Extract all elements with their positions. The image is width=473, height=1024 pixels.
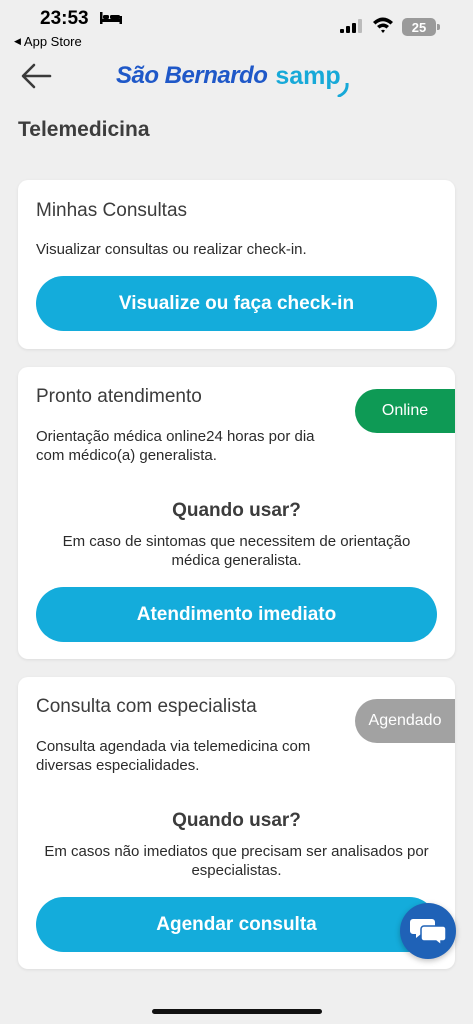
card-description: Visualizar consultas ou realizar check-i… — [36, 241, 307, 258]
status-badge-online: Online — [355, 389, 455, 433]
when-to-use-title: Quando usar? — [172, 810, 301, 831]
status-time: 23:53 — [40, 8, 89, 29]
brand-logo: São Bernardo samp — [116, 56, 349, 97]
wifi-icon — [373, 17, 393, 33]
when-to-use-text: Em casos não imediatos que precisam ser … — [44, 843, 429, 879]
logo-swoosh-icon — [337, 82, 349, 97]
battery-level: 25 — [411, 19, 427, 35]
card-title: Pronto atendimento — [36, 386, 202, 407]
arrow-left-icon[interactable] — [20, 62, 52, 90]
card-title: Minhas Consultas — [36, 200, 188, 221]
logo-samp-text: samp — [275, 61, 341, 90]
card-title: Consulta com especialista — [36, 696, 257, 717]
card-description: Consulta agendada via telemedicina com d… — [36, 738, 311, 774]
card-urgent-care: Pronto atendimento Online Orientação méd… — [18, 367, 455, 659]
chat-button[interactable] — [400, 903, 456, 959]
card-my-consultations: Minhas Consultas Visualizar consultas ou… — [18, 180, 455, 349]
cellular-signal-icon — [340, 19, 362, 33]
when-to-use-text: Em caso de sintomas que necessitem de or… — [62, 533, 411, 569]
back-to-app-store[interactable]: ◀ App Store — [14, 34, 82, 49]
logo-samp: samp — [275, 61, 349, 97]
page-title: Telemedicina — [18, 118, 150, 141]
schedule-consultation-button[interactable]: Agendar consulta — [36, 897, 437, 952]
status-bar: 23:53 ◀ App Store 25 — [0, 0, 473, 56]
when-to-use-title: Quando usar? — [172, 500, 301, 521]
home-indicator[interactable] — [152, 1009, 322, 1014]
bed-icon — [100, 12, 122, 24]
back-triangle-icon: ◀ — [14, 36, 21, 46]
card-specialist-consultation: Consulta com especialista Agendado Consu… — [18, 677, 455, 969]
immediate-care-button[interactable]: Atendimento imediato — [36, 587, 437, 642]
card-description: Orientação médica online24 horas por dia… — [36, 428, 315, 464]
view-checkin-button[interactable]: Visualize ou faça check-in — [36, 276, 437, 331]
battery-indicator: 25 — [402, 18, 440, 36]
status-badge-scheduled: Agendado — [355, 699, 455, 743]
logo-sao-bernardo: São Bernardo — [116, 62, 268, 89]
back-to-app-store-label: App Store — [23, 34, 82, 49]
chat-bubbles-icon — [410, 919, 446, 946]
